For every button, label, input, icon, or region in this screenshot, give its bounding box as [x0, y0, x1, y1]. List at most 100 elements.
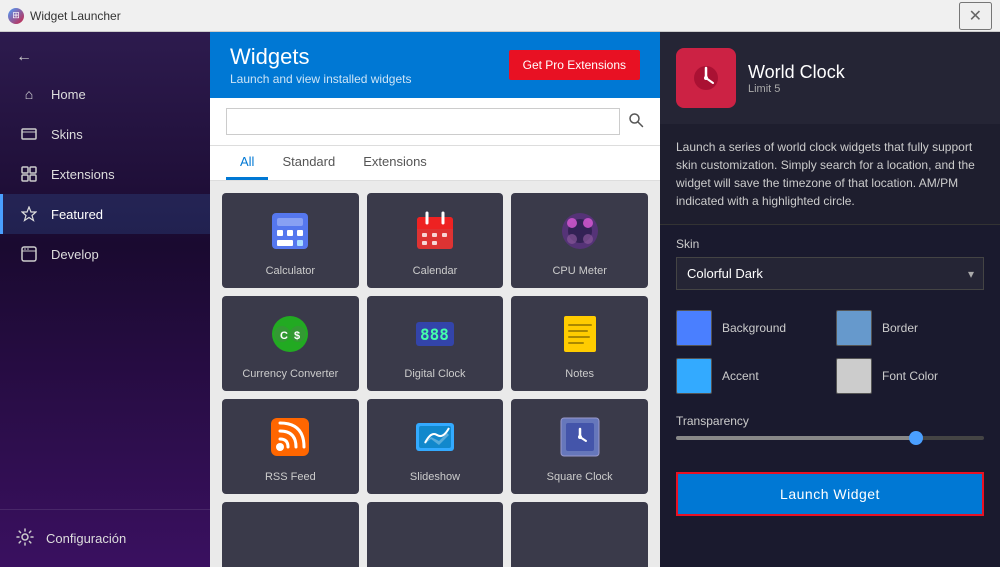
sidebar-item-featured-label: Featured — [51, 207, 103, 222]
detail-title-area: World Clock Limit 5 — [748, 62, 845, 95]
widget-cpu-meter[interactable]: CPU Meter — [511, 193, 648, 288]
sidebar-item-featured[interactable]: Featured — [0, 194, 210, 234]
back-button[interactable]: ← — [0, 40, 210, 74]
color-border: Border — [836, 310, 984, 346]
widget-digital-clock[interactable]: 888 Digital Clock — [367, 296, 504, 391]
digital-clock-icon: 888 — [413, 306, 457, 363]
widget-thumbnail — [676, 48, 736, 108]
sidebar-item-home[interactable]: ⌂ Home — [0, 74, 210, 114]
sidebar-item-skins[interactable]: Skins — [0, 114, 210, 154]
widget-square-clock[interactable]: Square Clock — [511, 399, 648, 494]
transparency-section: Transparency — [660, 406, 1000, 460]
widget-rss-feed[interactable]: RSS Feed — [222, 399, 359, 494]
header-subtitle: Launch and view installed widgets — [230, 72, 411, 86]
color-background: Background — [676, 310, 824, 346]
calendar-icon — [413, 203, 457, 260]
currency-icon: C$ — [268, 306, 312, 363]
color-grid: Background Border Accent Font Color — [660, 302, 1000, 406]
titlebar-title: Widget Launcher — [30, 9, 121, 23]
config-label: Configuración — [46, 531, 126, 546]
widget-slideshow[interactable]: Slideshow — [367, 399, 504, 494]
rss-feed-label: RSS Feed — [265, 470, 316, 484]
widget-notes[interactable]: Notes — [511, 296, 648, 391]
calculator-icon — [268, 203, 312, 260]
currency-label: Currency Converter — [242, 367, 338, 381]
search-bar — [210, 98, 660, 146]
accent-swatch[interactable] — [676, 358, 712, 394]
svg-text:C: C — [280, 330, 288, 342]
calendar-label: Calendar — [413, 264, 458, 278]
sidebar-item-home-label: Home — [51, 87, 86, 102]
accent-label: Accent — [722, 369, 759, 383]
extensions-icon — [19, 164, 39, 184]
square-clock-label: Square Clock — [547, 470, 613, 484]
border-swatch[interactable] — [836, 310, 872, 346]
tab-all[interactable]: All — [226, 146, 268, 180]
notes-icon — [558, 306, 602, 363]
launch-section: Launch Widget — [660, 460, 1000, 528]
border-label: Border — [882, 321, 918, 335]
widget-empty-2 — [367, 502, 504, 567]
search-button[interactable] — [628, 112, 644, 131]
detail-limit: Limit 5 — [748, 83, 845, 95]
calculator-label: Calculator — [266, 264, 316, 278]
home-icon: ⌂ — [19, 84, 39, 104]
detail-title: World Clock — [748, 62, 845, 83]
detail-description: Launch a series of world clock widgets t… — [660, 124, 1000, 225]
develop-icon — [19, 244, 39, 264]
detail-skin-section: Skin Colorful Dark Dark Light Minimal ▾ — [660, 225, 1000, 302]
tab-extensions[interactable]: Extensions — [349, 146, 441, 180]
transparency-slider-fill — [676, 436, 916, 440]
notes-label: Notes — [565, 367, 594, 381]
color-font: Font Color — [836, 358, 984, 394]
search-input[interactable] — [226, 108, 620, 135]
app-icon: ⊞ — [8, 8, 24, 24]
svg-text:$: $ — [294, 330, 300, 342]
launch-widget-button[interactable]: Launch Widget — [676, 472, 984, 516]
config-icon — [16, 528, 34, 549]
transparency-label: Transparency — [676, 414, 984, 428]
skin-label: Skin — [676, 237, 984, 251]
tab-standard[interactable]: Standard — [268, 146, 349, 180]
titlebar-left: ⊞ Widget Launcher — [8, 8, 121, 24]
cpu-meter-label: CPU Meter — [552, 264, 606, 278]
content-header: Widgets Launch and view installed widget… — [210, 32, 660, 98]
widget-grid: Calculator Calendar CPU Meter — [222, 193, 648, 567]
svg-text:888: 888 — [420, 325, 449, 344]
transparency-slider-track[interactable] — [676, 436, 984, 440]
square-clock-icon — [558, 409, 602, 466]
tabs-bar: All Standard Extensions — [210, 146, 660, 181]
close-button[interactable]: ✕ — [959, 2, 992, 30]
widget-currency-converter[interactable]: C$ Currency Converter — [222, 296, 359, 391]
skin-dropdown[interactable]: Colorful Dark Dark Light Minimal — [676, 257, 984, 290]
sidebar-item-skins-label: Skins — [51, 127, 83, 142]
widget-calculator[interactable]: Calculator — [222, 193, 359, 288]
detail-header: World Clock Limit 5 — [660, 32, 1000, 124]
titlebar: ⊞ Widget Launcher ✕ — [0, 0, 1000, 32]
app-container: ← ⌂ Home Skins Extensions — [0, 32, 1000, 567]
sidebar-nav: ⌂ Home Skins Extensions Featured — [0, 74, 210, 509]
featured-icon — [19, 204, 39, 224]
slideshow-label: Slideshow — [410, 470, 460, 484]
transparency-slider-thumb[interactable] — [909, 431, 923, 445]
skins-icon — [19, 124, 39, 144]
digital-clock-label: Digital Clock — [404, 367, 465, 381]
background-label: Background — [722, 321, 786, 335]
search-icon — [628, 112, 644, 128]
main-content: Widgets Launch and view installed widget… — [210, 32, 660, 567]
sidebar-item-extensions[interactable]: Extensions — [0, 154, 210, 194]
font-color-label: Font Color — [882, 369, 938, 383]
widget-empty-1 — [222, 502, 359, 567]
sidebar-item-develop-label: Develop — [51, 247, 99, 262]
pro-button[interactable]: Get Pro Extensions — [509, 50, 640, 80]
color-accent: Accent — [676, 358, 824, 394]
sidebar-bottom: Configuración — [0, 509, 210, 567]
slideshow-icon — [413, 409, 457, 466]
config-item[interactable]: Configuración — [16, 522, 194, 555]
widget-calendar[interactable]: Calendar — [367, 193, 504, 288]
sidebar-item-develop[interactable]: Develop — [0, 234, 210, 274]
font-color-swatch[interactable] — [836, 358, 872, 394]
background-swatch[interactable] — [676, 310, 712, 346]
skin-select-wrapper: Colorful Dark Dark Light Minimal ▾ — [676, 257, 984, 290]
cpu-meter-icon — [558, 203, 602, 260]
